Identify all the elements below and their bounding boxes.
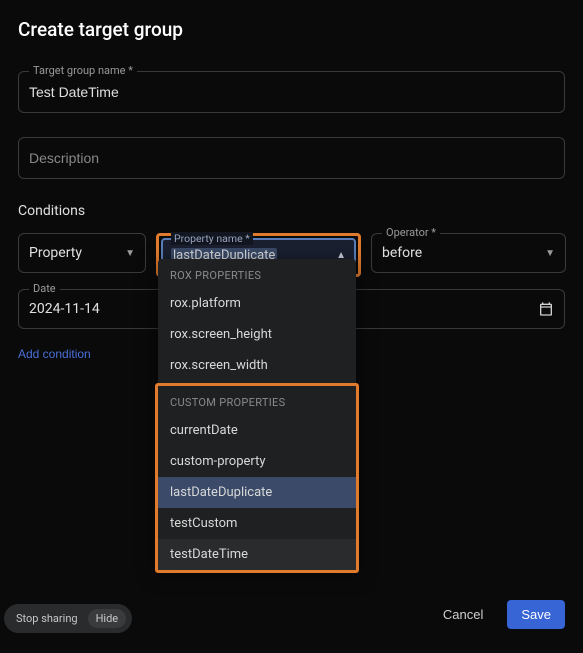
dropdown-section-custom-highlight: CUSTOM PROPERTIES currentDate custom-pro… xyxy=(155,383,359,573)
dropdown-item-rox-screen-height[interactable]: rox.screen_height xyxy=(158,319,356,350)
add-condition-button[interactable]: Add condition xyxy=(18,347,91,361)
save-button[interactable]: Save xyxy=(507,600,565,629)
cancel-button[interactable]: Cancel xyxy=(429,600,497,629)
screen-share-bar: Stop sharing Hide xyxy=(4,604,132,633)
conditions-label: Conditions xyxy=(18,203,565,219)
description-input[interactable] xyxy=(19,138,564,178)
dropdown-item-testcustom[interactable]: testCustom xyxy=(158,508,356,539)
operator-label: Operator * xyxy=(382,226,440,239)
stop-sharing-button[interactable]: Stop sharing xyxy=(16,612,78,625)
dropdown-section-rox-header: ROX PROPERTIES xyxy=(158,259,356,288)
property-name-label: Property name * xyxy=(171,232,253,245)
dropdown-item-testdatetime[interactable]: testDateTime xyxy=(158,539,356,570)
date-label: Date xyxy=(29,282,60,295)
hide-sharing-button[interactable]: Hide xyxy=(88,609,127,628)
dropdown-item-rox-platform[interactable]: rox.platform xyxy=(158,288,356,319)
dropdown-item-lastdateduplicate[interactable]: lastDateDuplicate xyxy=(158,477,356,508)
name-field-wrap: Target group name * xyxy=(18,71,565,113)
property-dropdown: ROX PROPERTIES rox.platform rox.screen_h… xyxy=(158,259,356,570)
condition-type-value: Property xyxy=(29,245,82,261)
name-input[interactable] xyxy=(19,72,564,112)
dialog-footer: Cancel Save xyxy=(429,600,565,629)
operator-select[interactable]: Operator * before ▼ xyxy=(371,233,566,273)
date-value: 2024-11-14 xyxy=(29,301,100,317)
dropdown-item-custom-property[interactable]: custom-property xyxy=(158,446,356,477)
page-title: Create target group xyxy=(18,18,565,41)
dropdown-item-currentdate[interactable]: currentDate xyxy=(158,415,356,446)
dropdown-item-rox-screen-width[interactable]: rox.screen_width xyxy=(158,350,356,381)
name-field-label: Target group name * xyxy=(29,64,137,77)
condition-type-select[interactable]: Property ▼ xyxy=(18,233,146,273)
operator-value: before xyxy=(382,245,422,261)
calendar-icon[interactable] xyxy=(538,301,554,317)
chevron-down-icon: ▼ xyxy=(545,248,555,259)
chevron-down-icon: ▼ xyxy=(125,248,135,259)
dropdown-section-custom-header: CUSTOM PROPERTIES xyxy=(158,386,356,415)
desc-field-wrap xyxy=(18,137,565,179)
